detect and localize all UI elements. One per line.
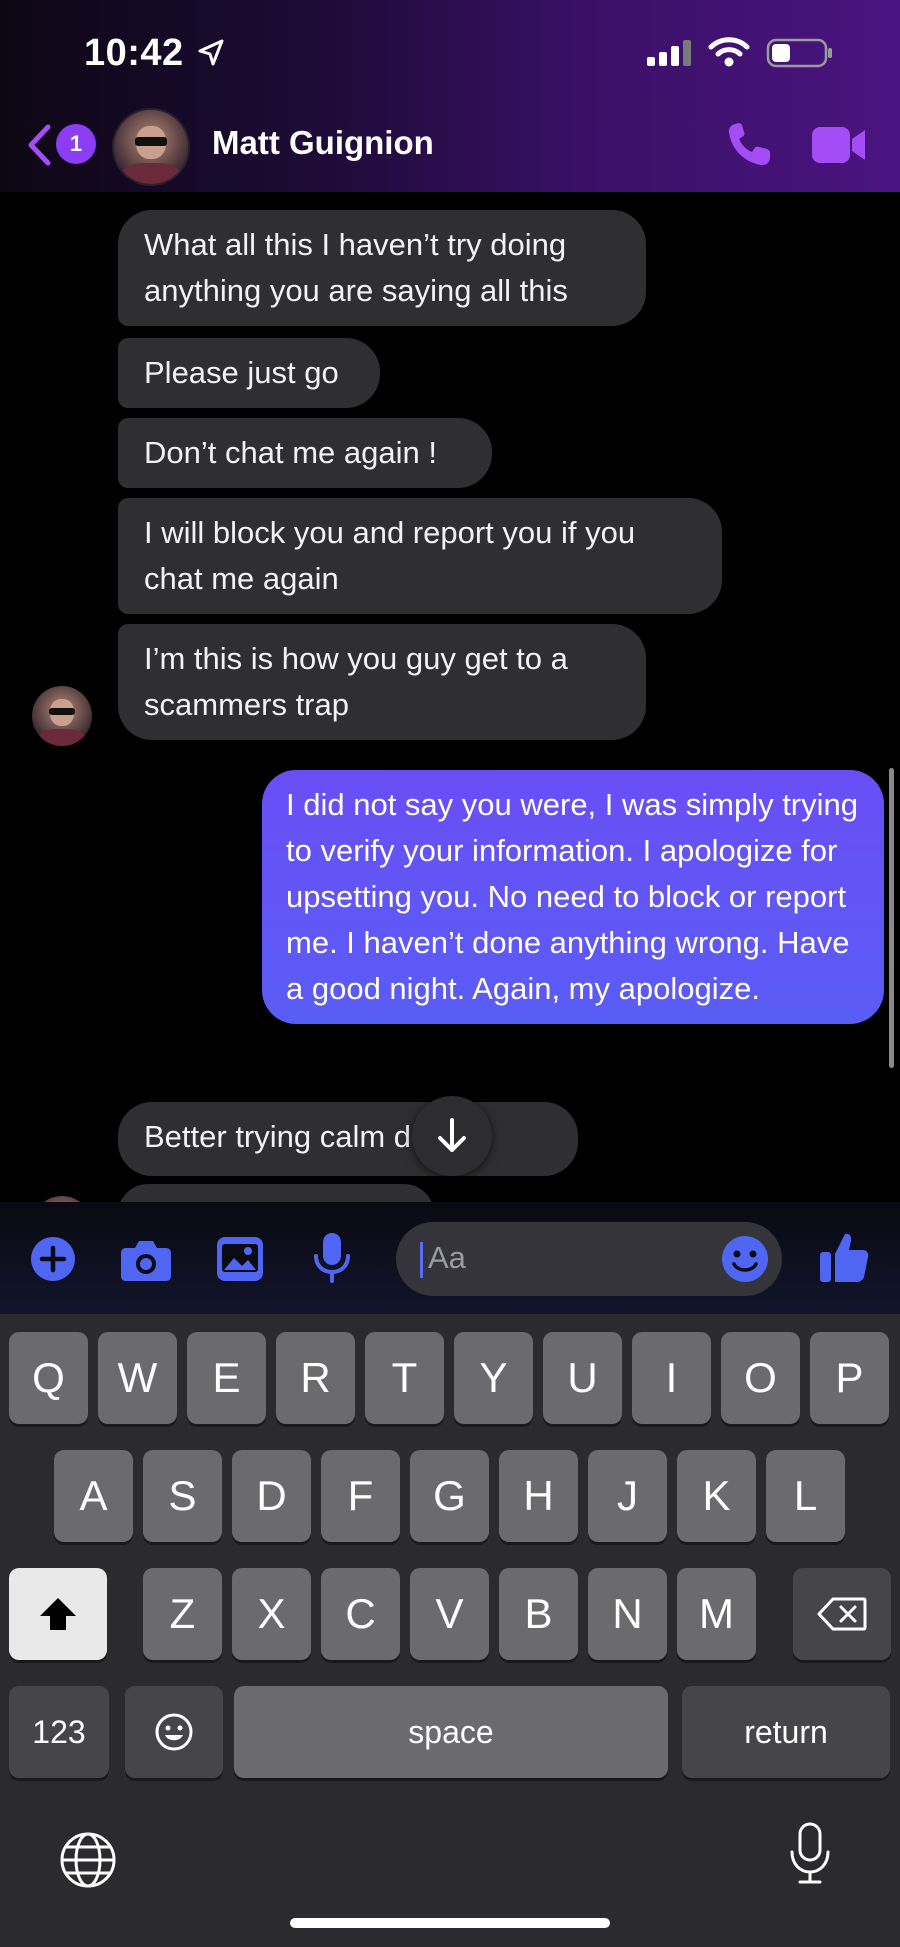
dictation-mic-icon[interactable]: [788, 1822, 832, 1886]
key-k[interactable]: K: [677, 1450, 756, 1542]
key-r[interactable]: R: [276, 1332, 355, 1424]
text-caret: [420, 1242, 423, 1278]
home-indicator[interactable]: [290, 1918, 610, 1928]
space-key[interactable]: space: [234, 1686, 668, 1778]
message-received[interactable]: Don’t chat me again !: [118, 418, 492, 488]
key-f[interactable]: F: [321, 1450, 400, 1542]
cellular-signal-icon: [647, 40, 691, 66]
key-g[interactable]: G: [410, 1450, 489, 1542]
messenger-app: 10:42 1 Matt Guignion What all this I ha…: [0, 0, 900, 1947]
battery-icon: [766, 38, 832, 68]
key-b[interactable]: B: [499, 1568, 578, 1660]
emoji-icon[interactable]: [720, 1234, 770, 1284]
key-u[interactable]: U: [543, 1332, 622, 1424]
key-q[interactable]: Q: [9, 1332, 88, 1424]
key-j[interactable]: J: [588, 1450, 667, 1542]
key-m[interactable]: M: [677, 1568, 756, 1660]
key-t[interactable]: T: [365, 1332, 444, 1424]
contact-avatar[interactable]: [112, 108, 190, 186]
message-received[interactable]: I’m this is how you guy get to a scammer…: [118, 624, 646, 740]
key-o[interactable]: O: [721, 1332, 800, 1424]
globe-icon[interactable]: [58, 1830, 118, 1890]
message-received-partial[interactable]: [118, 1184, 434, 1202]
key-w[interactable]: W: [98, 1332, 177, 1424]
status-time: 10:42: [84, 32, 184, 74]
message-received[interactable]: Better trying calm down: [118, 1102, 578, 1176]
thumbs-up-icon[interactable]: [818, 1230, 870, 1284]
microphone-icon[interactable]: [312, 1232, 352, 1284]
key-h[interactable]: H: [499, 1450, 578, 1542]
key-a[interactable]: A: [54, 1450, 133, 1542]
shift-key[interactable]: [9, 1568, 107, 1660]
back-button[interactable]: 1: [26, 122, 96, 168]
key-c[interactable]: C: [321, 1568, 400, 1660]
message-received[interactable]: I will block you and report you if you c…: [118, 498, 722, 614]
shift-icon: [40, 1598, 76, 1630]
unread-badge: 1: [56, 124, 96, 164]
key-n[interactable]: N: [588, 1568, 667, 1660]
key-z[interactable]: Z: [143, 1568, 222, 1660]
message-input[interactable]: Aa: [396, 1222, 782, 1296]
emoji-keyboard-icon: [155, 1713, 193, 1751]
gallery-icon[interactable]: [216, 1236, 264, 1282]
numbers-key[interactable]: 123: [9, 1686, 109, 1778]
key-v[interactable]: V: [410, 1568, 489, 1660]
message-input-placeholder: Aa: [428, 1240, 466, 1275]
key-d[interactable]: D: [232, 1450, 311, 1542]
chat-header: 10:42 1 Matt Guignion: [0, 0, 900, 192]
message-sent[interactable]: I did not say you were, I was simply try…: [262, 770, 884, 1024]
key-e[interactable]: E: [187, 1332, 266, 1424]
key-s[interactable]: S: [143, 1450, 222, 1542]
key-l[interactable]: L: [766, 1450, 845, 1542]
sender-avatar[interactable]: [32, 686, 92, 746]
ios-keyboard: Q W E R T Y U I O P A S D F G H J K L Z …: [0, 1314, 900, 1947]
scroll-to-bottom-button[interactable]: [412, 1096, 492, 1176]
video-call-icon[interactable]: [810, 124, 868, 166]
composer-bar: Aa: [0, 1202, 900, 1314]
message-received[interactable]: What all this I haven’t try doing anythi…: [118, 210, 646, 326]
message-list[interactable]: What all this I haven’t try doing anythi…: [0, 192, 900, 1202]
key-y[interactable]: Y: [454, 1332, 533, 1424]
key-x[interactable]: X: [232, 1568, 311, 1660]
key-p[interactable]: P: [810, 1332, 889, 1424]
emoji-keyboard-key[interactable]: [125, 1686, 223, 1778]
message-received[interactable]: Please just go: [118, 338, 380, 408]
wifi-icon: [708, 37, 750, 67]
chevron-left-icon: [28, 124, 51, 166]
backspace-icon: [817, 1597, 867, 1631]
return-key[interactable]: return: [682, 1686, 890, 1778]
backspace-key[interactable]: [793, 1568, 891, 1660]
scrollbar[interactable]: [889, 768, 894, 1068]
key-i[interactable]: I: [632, 1332, 711, 1424]
phone-call-icon[interactable]: [724, 120, 774, 170]
arrow-down-icon: [438, 1118, 466, 1152]
add-icon[interactable]: [30, 1236, 76, 1282]
contact-name[interactable]: Matt Guignion: [212, 124, 434, 162]
camera-icon[interactable]: [120, 1238, 172, 1282]
location-arrow-icon: [198, 39, 224, 66]
